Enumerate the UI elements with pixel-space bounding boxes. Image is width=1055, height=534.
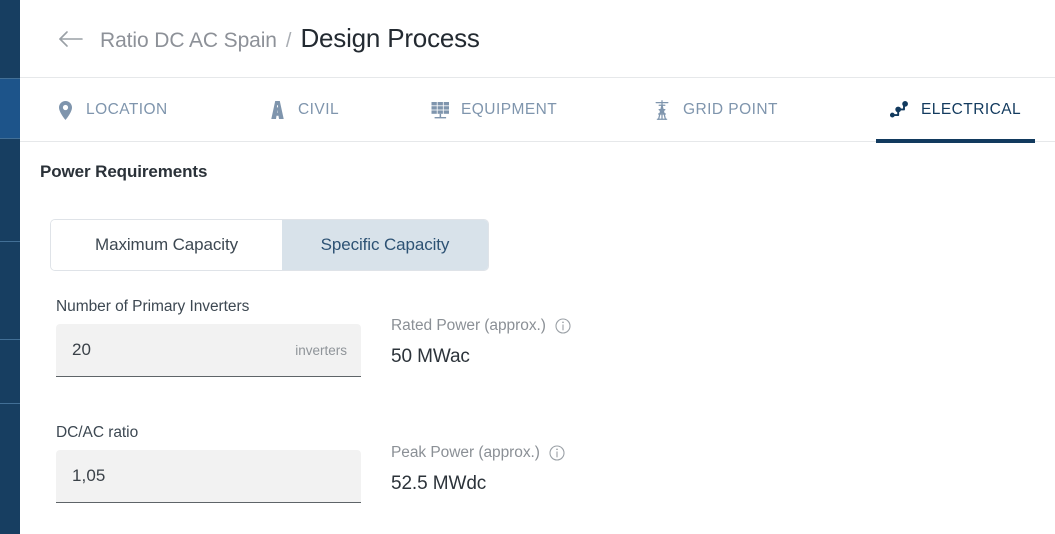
transmission-tower-icon: [652, 100, 672, 120]
rail-segment-4[interactable]: [0, 242, 20, 339]
tab-equipment-label: EQUIPMENT: [461, 101, 558, 118]
readout-rated-power: Rated Power (approx.) 50 MWac: [391, 317, 571, 368]
application-window: Ratio DC AC Spain / Design Process LOCAT…: [0, 0, 1055, 534]
field-dc-ac-ratio: DC/AC ratio 1,05: [56, 424, 361, 503]
tab-civil-label: CIVIL: [298, 101, 340, 118]
electrical-panel: Power Requirements Maximum Capacity Spec…: [20, 143, 1055, 534]
breadcrumb: Ratio DC AC Spain / Design Process: [100, 23, 480, 54]
field-primary-inverters-label: Number of Primary Inverters: [56, 298, 250, 315]
info-circle-icon[interactable]: [549, 445, 565, 461]
tab-location-label: LOCATION: [86, 101, 168, 118]
primary-inverters-unit: inverters: [295, 342, 347, 358]
breadcrumb-separator: /: [285, 30, 292, 52]
section-tabbar: LOCATION CIVIL EQUIPMENT GRID POINT ELEC…: [20, 78, 1055, 143]
readout-peak-power-value: 52.5 MWdc: [391, 473, 487, 494]
breadcrumb-parent-link[interactable]: Ratio DC AC Spain: [100, 29, 277, 53]
primary-inverters-input[interactable]: 20 inverters: [56, 324, 361, 377]
readout-rated-power-value: 50 MWac: [391, 346, 470, 367]
back-button[interactable]: [54, 22, 88, 56]
field-dc-ac-ratio-label: DC/AC ratio: [56, 424, 139, 441]
readout-rated-power-label: Rated Power (approx.): [391, 317, 546, 334]
tab-electrical[interactable]: ELECTRICAL: [876, 78, 1036, 143]
readout-peak-power: Peak Power (approx.) 52.5 MWdc: [391, 444, 565, 495]
capacity-mode-maximum-button[interactable]: Maximum Capacity: [51, 220, 282, 270]
arrow-left-icon: [58, 30, 84, 48]
road-icon: [267, 100, 287, 120]
rail-segment-6[interactable]: [0, 404, 20, 534]
dc-ac-ratio-input[interactable]: 1,05: [56, 450, 361, 503]
rail-segment-2-active[interactable]: [0, 79, 20, 138]
readout-peak-power-label: Peak Power (approx.): [391, 444, 540, 461]
map-pin-icon: [55, 100, 75, 120]
tab-electrical-label: ELECTRICAL: [921, 101, 1022, 118]
circuit-node-icon: [890, 100, 910, 120]
page-header: Ratio DC AC Spain / Design Process: [20, 0, 1055, 78]
capacity-mode-specific-button[interactable]: Specific Capacity: [282, 220, 488, 270]
tab-grid-point-label: GRID POINT: [683, 101, 778, 118]
capacity-mode-segmented-control: Maximum Capacity Specific Capacity: [50, 219, 489, 271]
field-primary-inverters: Number of Primary Inverters 20 inverters: [56, 298, 361, 377]
rail-segment-3[interactable]: [0, 139, 20, 241]
tab-equipment[interactable]: EQUIPMENT: [428, 78, 559, 142]
section-title-power-requirements: Power Requirements: [40, 162, 208, 181]
app-nav-rail: [0, 0, 20, 534]
tab-grid-point[interactable]: GRID POINT: [650, 78, 780, 142]
solar-panel-icon: [430, 100, 450, 120]
page-title: Design Process: [300, 23, 480, 53]
rail-segment-1[interactable]: [0, 0, 20, 78]
info-circle-icon[interactable]: [555, 318, 571, 334]
primary-inverters-value: 20: [72, 340, 92, 359]
tab-location[interactable]: LOCATION: [53, 78, 170, 142]
rail-segment-5[interactable]: [0, 340, 20, 403]
tab-civil[interactable]: CIVIL: [265, 78, 341, 142]
dc-ac-ratio-value: 1,05: [72, 466, 106, 485]
